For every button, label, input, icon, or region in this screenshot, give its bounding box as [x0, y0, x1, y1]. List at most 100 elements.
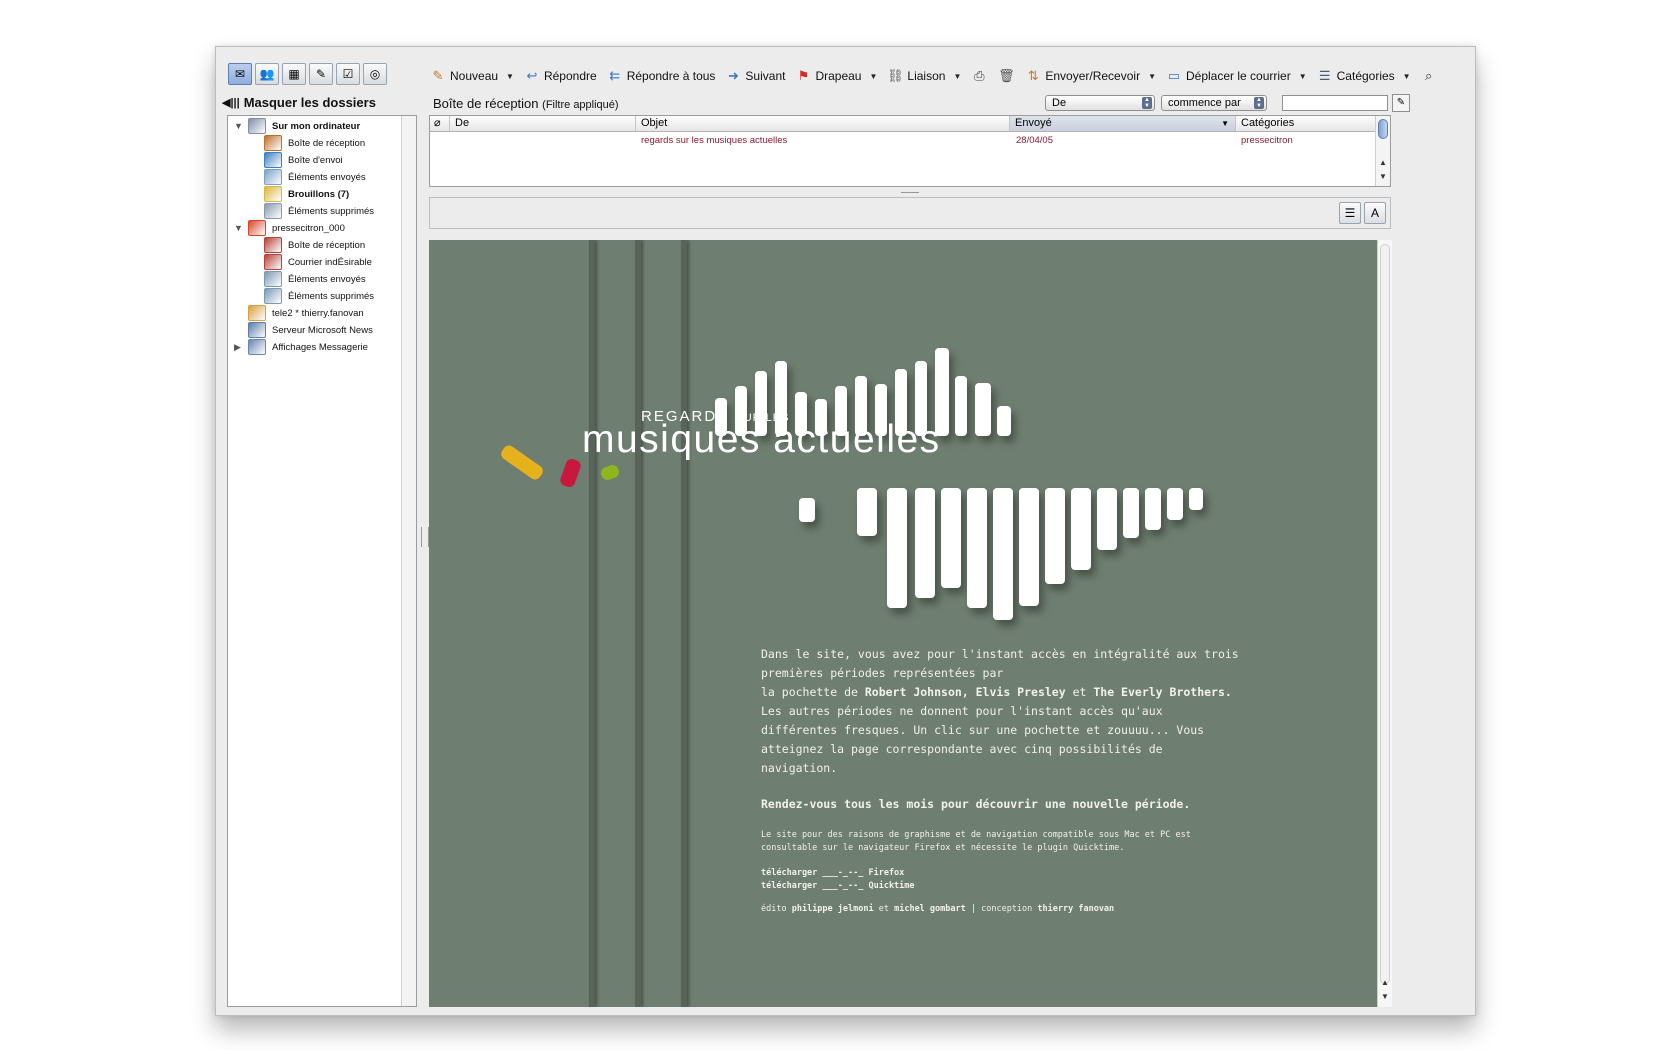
toolbar-label: Catégories — [1336, 69, 1395, 83]
toolbar-button-drapeau[interactable]: ⚑ Drapeau ▼ — [794, 68, 878, 84]
disclosure-collapsed-icon[interactable]: ▶ — [234, 342, 244, 353]
download-firefox-label: Firefox — [868, 868, 905, 878]
scroll-down-icon[interactable]: ▼ — [1376, 172, 1390, 181]
column-sent[interactable]: Envoyé ▼ — [1010, 116, 1236, 131]
forward-icon: ➜ — [727, 68, 739, 83]
mail-view-button[interactable]: ✉ — [228, 63, 252, 85]
scroll-up-icon[interactable]: ▲ — [1376, 158, 1390, 167]
folder-icon — [248, 220, 266, 236]
folder-scrollbar[interactable] — [401, 116, 416, 1006]
sidebar-item[interactable]: Éléments envoyés — [254, 169, 366, 185]
logo-bar — [1097, 488, 1117, 550]
filter-note: (Filtre appliqué) — [542, 99, 619, 111]
sidebar-item-label: Boîte de réception — [288, 239, 366, 251]
logo-bar — [1123, 488, 1139, 538]
send-receive-icon: ⇅ — [1027, 68, 1039, 83]
sidebar-item-label: Affichages Messagerie — [272, 341, 368, 353]
categories-icon: ☰ — [1318, 68, 1331, 83]
tasks-view-button[interactable]: ☑ — [336, 63, 360, 85]
logo-bar — [915, 488, 935, 598]
list-icon: ☰ — [1344, 206, 1356, 220]
sidebar-item[interactable]: Serveur Microsoft News — [234, 322, 373, 338]
sidebar-item[interactable]: Boîte de réception — [254, 237, 365, 253]
filter-field-select[interactable]: De ▲ ▼ — [1045, 95, 1155, 111]
sidebar-splitter[interactable] — [421, 527, 429, 547]
toolbar-button-envoyer-recevoir[interactable]: ⇅ Envoyer/Recevoir ▼ — [1024, 68, 1156, 84]
sidebar-item[interactable]: Boîte de réception — [254, 135, 365, 151]
message-list-scrollbar[interactable]: ▲ ▼ — [1375, 116, 1390, 186]
project-view-button[interactable]: ◎ — [363, 63, 387, 85]
artists-prefix: la pochette de — [761, 685, 865, 699]
dropdown-arrow-icon[interactable]: ▼ — [1299, 72, 1307, 81]
sidebar-item[interactable]: Éléments supprimés — [254, 288, 374, 304]
sidebar-item[interactable]: ▶ Affichages Messagerie — [234, 339, 368, 355]
notes-view-button[interactable]: ✎ — [309, 63, 333, 85]
disclosure-expanded-icon[interactable]: ▼ — [234, 223, 244, 233]
credits-line: édito philippe jelmoni et michel gombart… — [761, 903, 1241, 916]
folder-icon — [264, 203, 282, 219]
sidebar-item[interactable]: tele2 * thierry.fanovan — [234, 305, 364, 321]
filter-value-input[interactable] — [1282, 95, 1388, 111]
toolbar-label: Répondre à tous — [626, 69, 716, 83]
yellow-accent-shape — [498, 443, 546, 482]
download-firefox-link[interactable]: télécharger ___-_--_ Firefox — [761, 867, 1241, 880]
scroll-down-icon[interactable]: ▼ — [1378, 992, 1392, 1001]
contacts-view-button[interactable]: 👥 — [255, 63, 279, 85]
sidebar-item[interactable]: Brouillons (7) — [254, 186, 349, 202]
column-from[interactable]: De — [450, 116, 636, 131]
download-quicktime-link[interactable]: télécharger ___-_--_ Quicktime — [761, 880, 1241, 893]
show-headers-button[interactable]: ☰ — [1339, 202, 1361, 224]
column-subject[interactable]: Objet — [636, 116, 1010, 131]
sidebar-item[interactable]: Courrier indÉsirable — [254, 254, 372, 270]
toolbar-button-suivant[interactable]: ➜ Suivant — [724, 68, 785, 84]
dropdown-arrow-icon[interactable]: ▼ — [506, 72, 514, 81]
toolbar-button-trash[interactable]: 🗑 — [997, 68, 1015, 84]
sidebar-item[interactable]: Éléments envoyés — [254, 271, 366, 287]
toolbar-button-print[interactable]: ⎙ — [970, 68, 988, 84]
credits-author-2: michel gombart — [894, 904, 966, 914]
hide-folders-toggle[interactable]: ◀||| Masquer les dossiers — [222, 95, 376, 110]
scroll-thumb[interactable] — [1378, 119, 1388, 139]
folder-icon — [264, 254, 282, 270]
logo-bar — [975, 383, 991, 436]
toolbar-button-catégories[interactable]: ☰ Catégories ▼ — [1316, 68, 1411, 84]
notes-icon: ✎ — [315, 67, 327, 81]
calendar-view-button[interactable]: ▦ — [282, 63, 306, 85]
folder-icon — [264, 135, 282, 151]
column-categories[interactable]: Catégories — [1236, 116, 1376, 131]
toolbar-button-search[interactable]: ⌕ — [1420, 68, 1438, 84]
toolbar-button-nouveau[interactable]: ✎ Nouveau ▼ — [429, 68, 514, 84]
preview-scroll-track[interactable] — [1380, 244, 1390, 984]
trash-icon: 🗑 — [998, 68, 1015, 83]
sidebar-item-label: Boîte d'envoi — [288, 154, 343, 166]
sort-desc-icon: ▼ — [1221, 119, 1229, 128]
folder-icon — [264, 271, 282, 287]
logo-bar — [997, 406, 1011, 436]
sidebar-item[interactable]: ▼ pressecitron_000 — [234, 220, 345, 236]
table-row[interactable]: regards sur les musiques actuelles 28/04… — [430, 133, 1376, 149]
toolbar-button-liaison[interactable]: ⛓ Liaison ▼ — [886, 68, 961, 84]
logo-bar — [967, 488, 987, 608]
dropdown-arrow-icon[interactable]: ▼ — [953, 72, 961, 81]
toolbar-button-répondre[interactable]: ↩ Répondre — [523, 68, 597, 84]
font-size-button[interactable]: A — [1364, 202, 1386, 224]
toolbar-label: Répondre — [543, 69, 597, 83]
filter-apply-button[interactable]: ✎ — [1392, 94, 1410, 112]
sidebar-item-label: Courrier indÉsirable — [288, 256, 372, 268]
sidebar-item[interactable]: Éléments supprimés — [254, 203, 374, 219]
artists-and: et — [1065, 685, 1094, 699]
attachment-column[interactable]: ⌀ — [430, 116, 450, 131]
toolbar-button-déplacer-le-courrier[interactable]: ▭ Déplacer le courrier ▼ — [1165, 68, 1307, 84]
sidebar-item[interactable]: ▼ Sur mon ordinateur — [234, 118, 360, 134]
disclosure-expanded-icon[interactable]: ▼ — [234, 121, 244, 131]
preview-scrollbar[interactable]: ▲ ▼ — [1377, 240, 1392, 1007]
scroll-up-icon[interactable]: ▲ — [1378, 978, 1392, 987]
toolbar-button-répondre-à-tous[interactable]: ⇇ Répondre à tous — [606, 68, 716, 84]
dropdown-arrow-icon[interactable]: ▼ — [1403, 72, 1411, 81]
dropdown-arrow-icon[interactable]: ▼ — [1148, 72, 1156, 81]
folder-icon — [264, 288, 282, 304]
sidebar-item-label: Brouillons (7) — [288, 188, 350, 200]
sidebar-item[interactable]: Boîte d'envoi — [254, 152, 343, 168]
dropdown-arrow-icon[interactable]: ▼ — [869, 72, 877, 81]
filter-mode-select[interactable]: commence par ▲ ▼ — [1161, 95, 1267, 111]
